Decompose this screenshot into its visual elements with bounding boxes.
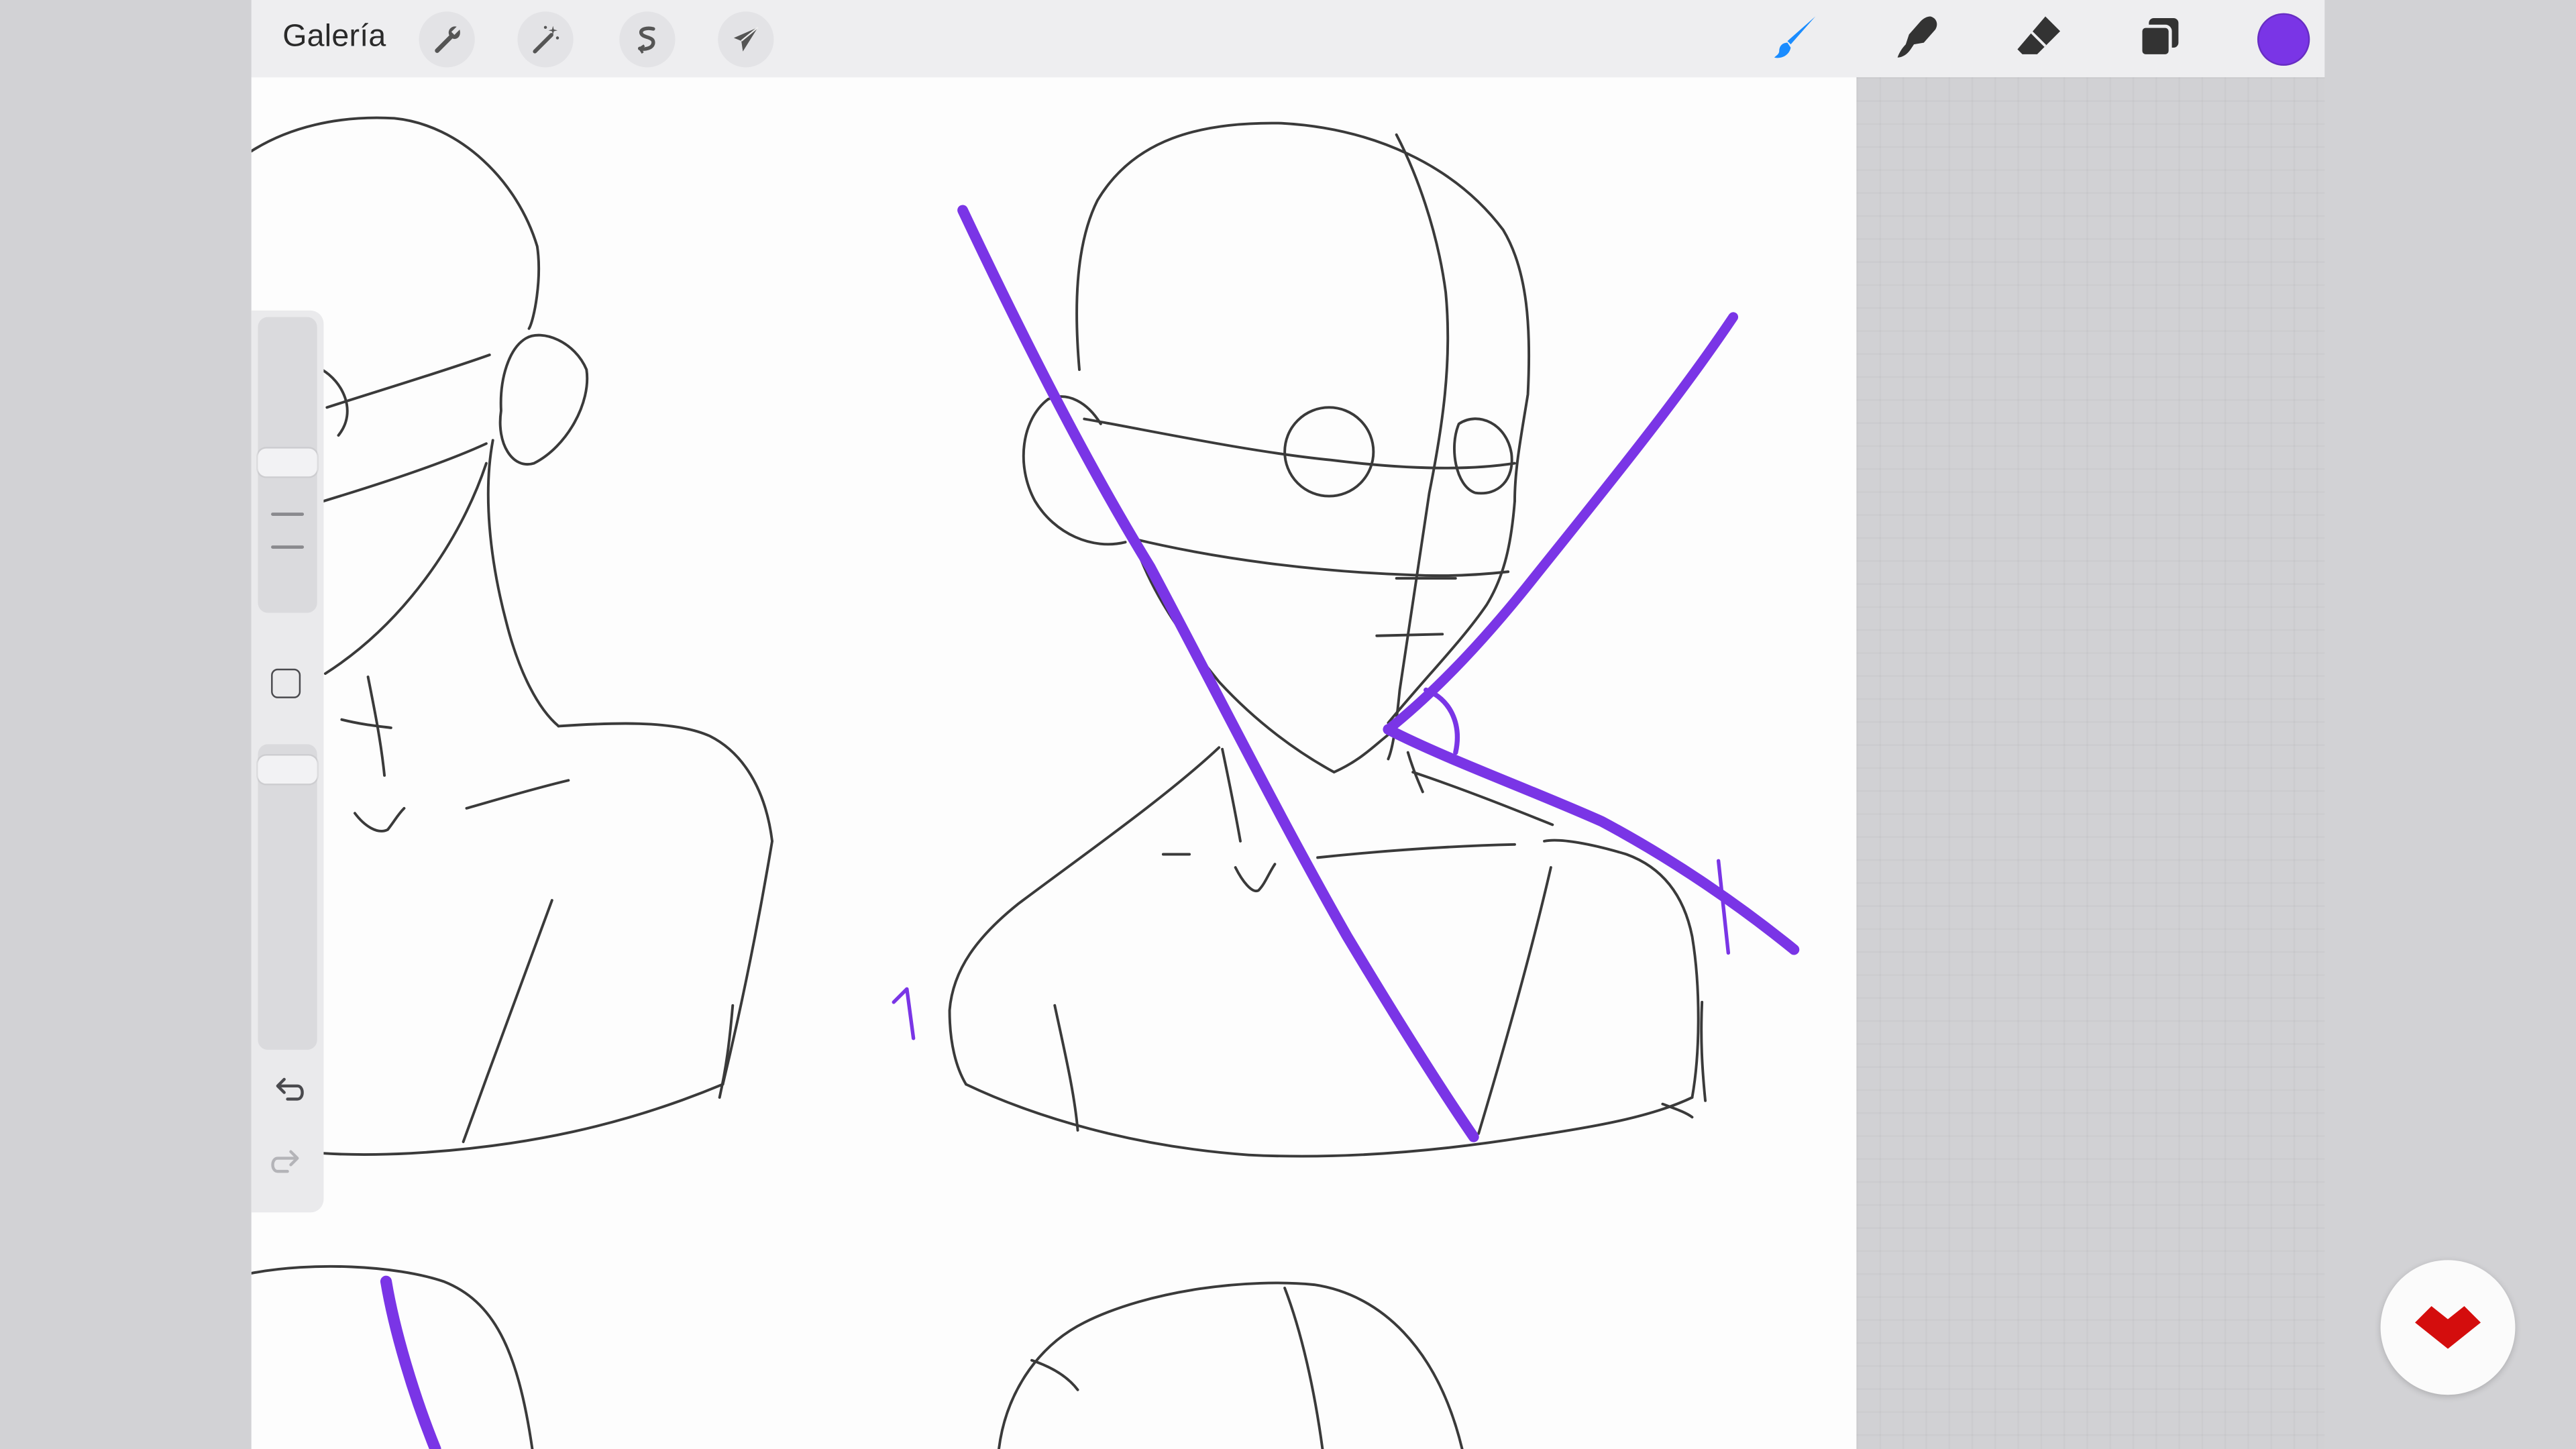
drawing-canvas[interactable]	[251, 77, 1857, 1449]
brand-badge	[2380, 1260, 2516, 1395]
screen: Galería	[0, 0, 2576, 1449]
procreate-app: Galería	[0, 0, 2576, 1449]
canvas-artwork	[251, 116, 1800, 1449]
eraser-icon	[2017, 16, 2061, 54]
annotation-strokes	[380, 205, 1800, 1449]
smudge-finger-icon	[1897, 16, 1937, 58]
top-toolbar: Galería	[251, 0, 2325, 78]
slider-grip-line	[271, 513, 305, 516]
brush-icon	[1774, 16, 1816, 58]
eraser-tool-button[interactable]	[2009, 8, 2068, 67]
layers-button[interactable]	[2131, 8, 2190, 67]
pencil-sketch	[251, 116, 1707, 1449]
smudge-tool-button[interactable]	[1888, 8, 1947, 67]
brush-size-slider-handle[interactable]	[258, 448, 317, 477]
selection-button[interactable]	[619, 11, 676, 68]
undo-icon[interactable]	[270, 1076, 306, 1109]
workspace-background-left	[0, 0, 252, 1449]
selection-s-icon	[637, 26, 655, 54]
magic-wand-icon	[533, 25, 559, 54]
arrow-cursor-icon	[733, 26, 759, 52]
square-icon[interactable]	[271, 668, 301, 698]
adjustments-button[interactable]	[517, 11, 574, 68]
actions-button[interactable]	[419, 11, 475, 68]
left-sidebar	[251, 310, 324, 1213]
color-picker-button[interactable]	[2257, 13, 2310, 66]
redo-icon[interactable]	[270, 1148, 306, 1181]
layers-icon	[2139, 17, 2179, 58]
slider-grip-line	[271, 545, 305, 549]
transform-button[interactable]	[718, 11, 774, 68]
opacity-slider[interactable]	[258, 744, 317, 1050]
gallery-button[interactable]: Galería	[282, 19, 386, 56]
brush-tool-button[interactable]	[1766, 8, 1825, 67]
opacity-slider-handle[interactable]	[258, 755, 317, 784]
workspace-background-edge	[2324, 0, 2576, 1449]
brand-logo-icon	[2415, 1305, 2481, 1349]
wrench-icon	[435, 26, 460, 53]
